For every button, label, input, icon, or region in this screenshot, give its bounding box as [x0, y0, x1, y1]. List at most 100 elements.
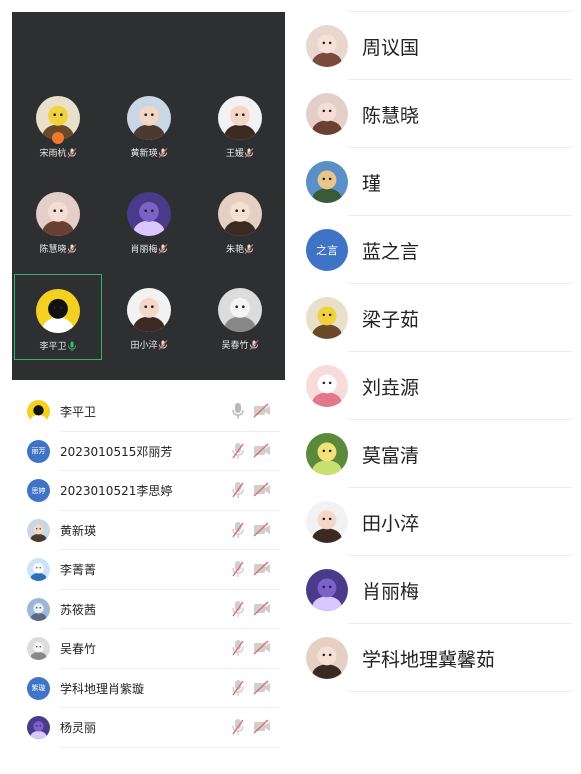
avatar: [27, 558, 50, 581]
avatar: [306, 297, 348, 339]
divider: [348, 691, 572, 692]
mic-on-icon: [67, 341, 77, 352]
avatar: [306, 161, 348, 203]
participant-name: 学科地理冀馨茹: [362, 649, 496, 671]
video-tile[interactable]: 黄新瑛: [105, 82, 193, 168]
mic-muted-icon: [67, 244, 77, 255]
participant-name: 田小淬: [362, 513, 420, 535]
list-item[interactable]: 周议国: [300, 12, 572, 80]
list-item[interactable]: 莫富清: [300, 420, 572, 488]
video-tile-name: 李平卫: [15, 339, 101, 352]
participant-name: 梁子茹: [362, 309, 420, 331]
list-item[interactable]: 苏筱茜: [24, 590, 280, 629]
avatar: [27, 716, 50, 739]
video-tile-name: 陈慧晓: [14, 242, 102, 255]
camera-off-icon[interactable]: [253, 719, 271, 734]
video-tile[interactable]: 陈慧晓: [14, 178, 102, 264]
video-tile-name: 吴春竹: [196, 338, 284, 351]
member-name: 黄新瑛: [60, 523, 97, 538]
mic-icon[interactable]: [231, 402, 245, 420]
avatar: [127, 288, 171, 332]
avatar: [218, 288, 262, 332]
video-tile[interactable]: 李平卫: [14, 274, 102, 360]
avatar: [127, 96, 171, 140]
list-item[interactable]: 陈慧晓: [300, 80, 572, 148]
mic-muted-icon: [158, 244, 168, 255]
participant-name: 周议国: [362, 37, 420, 59]
participant-name: 刘垚源: [362, 377, 420, 399]
mic-muted-icon: [244, 244, 254, 255]
list-item[interactable]: 梁子茹: [300, 284, 572, 352]
divider: [60, 746, 280, 748]
member-name: 苏筱茜: [60, 602, 97, 617]
list-item[interactable]: 吴春竹: [24, 629, 280, 669]
avatar: 丽芳: [27, 439, 50, 463]
list-item[interactable]: 瑾: [300, 148, 572, 216]
mic-muted-icon[interactable]: [231, 481, 245, 499]
avatar: [27, 597, 50, 621]
list-item[interactable]: 李菁菁: [24, 550, 280, 590]
video-tile[interactable]: 朱艳: [196, 178, 284, 264]
avatar: [306, 637, 348, 679]
mic-muted-icon: [158, 340, 168, 351]
member-name: 李菁菁: [60, 563, 97, 577]
list-item[interactable]: 丽芳 2023010515邓丽芳: [24, 432, 280, 471]
list-item[interactable]: 杨灵丽: [24, 708, 280, 748]
camera-off-icon[interactable]: [253, 561, 271, 576]
participant-roster: 周议国 陈慧晓 瑾之言 蓝之言 梁子茹 刘垚源 莫富清 田小淬 肖丽梅 学科地理冀…: [300, 12, 572, 692]
member-name: 杨灵丽: [60, 721, 97, 735]
video-tile-name: 肖丽梅: [105, 242, 193, 255]
list-item[interactable]: 紫璇 学科地理肖紫璇: [24, 669, 280, 708]
mic-muted-icon[interactable]: [231, 679, 245, 697]
list-item[interactable]: 黄新瑛: [24, 511, 280, 550]
member-list: 李平卫丽芳 2023010515邓丽芳思婷 2023010521李思婷 黄新瑛 李菁…: [24, 392, 280, 748]
avatar: [27, 637, 50, 660]
video-tile[interactable]: 吴春竹: [196, 274, 284, 360]
avatar: 思婷: [27, 479, 50, 502]
participant-name: 莫富清: [362, 445, 420, 467]
avatar: 之言: [306, 229, 348, 271]
member-name: 学科地理肖紫璇: [60, 681, 145, 696]
list-item[interactable]: 学科地理冀馨茹: [300, 624, 572, 692]
video-tile-name: 田小淬: [105, 338, 193, 351]
participant-name: 陈慧晓: [362, 105, 420, 127]
participant-name: 瑾: [362, 173, 382, 195]
list-item[interactable]: 思婷 2023010521李思婷: [24, 471, 280, 511]
list-item[interactable]: 田小淬: [300, 488, 572, 556]
mic-muted-icon: [67, 148, 77, 159]
mic-muted-icon[interactable]: [231, 639, 245, 657]
camera-off-icon[interactable]: [253, 482, 271, 497]
video-tile-name: 朱艳: [196, 242, 284, 255]
camera-off-icon[interactable]: [253, 679, 271, 695]
list-item[interactable]: 肖丽梅: [300, 556, 572, 624]
list-item[interactable]: 之言 蓝之言: [300, 216, 572, 284]
avatar: [218, 96, 262, 140]
video-tile[interactable]: 王媛: [196, 82, 284, 168]
list-item[interactable]: 李平卫: [24, 392, 280, 432]
avatar: [306, 93, 348, 135]
video-tile[interactable]: 宋雨杭: [14, 82, 102, 168]
camera-off-icon[interactable]: [253, 640, 271, 655]
avatar: [306, 569, 348, 611]
avatar: 紫璇: [27, 676, 50, 700]
member-name: 2023010515邓丽芳: [60, 444, 173, 459]
participant-name: 肖丽梅: [362, 581, 420, 603]
mic-muted-icon[interactable]: [231, 560, 245, 578]
host-badge-icon: [52, 132, 64, 144]
mic-muted-icon[interactable]: [231, 600, 245, 618]
video-tile[interactable]: 肖丽梅: [105, 178, 193, 264]
avatar: [306, 365, 348, 407]
avatar: [306, 433, 348, 475]
list-item[interactable]: 刘垚源: [300, 352, 572, 420]
mic-muted-icon: [244, 148, 254, 159]
member-name: 李平卫: [60, 405, 97, 419]
camera-off-icon[interactable]: [253, 521, 271, 537]
mic-muted-icon[interactable]: [231, 718, 245, 736]
camera-off-icon[interactable]: [253, 600, 271, 616]
mic-muted-icon[interactable]: [231, 521, 245, 539]
video-tile-name: 黄新瑛: [105, 146, 193, 159]
camera-off-icon[interactable]: [253, 403, 271, 418]
video-tile[interactable]: 田小淬: [105, 274, 193, 360]
mic-muted-icon[interactable]: [231, 442, 245, 460]
camera-off-icon[interactable]: [253, 442, 271, 458]
